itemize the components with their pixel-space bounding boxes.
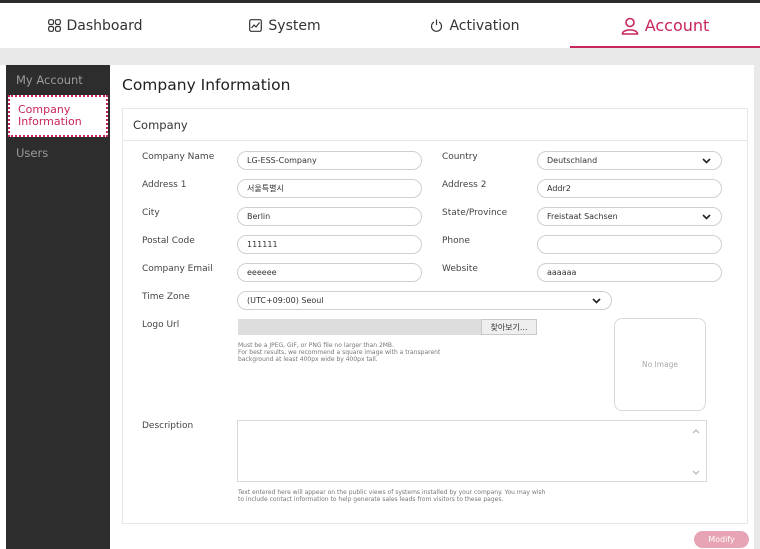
address2-label: Address 2	[442, 180, 487, 190]
chart-icon	[249, 19, 263, 32]
logo-help-line3: background at least 400px wide by 400px …	[238, 356, 378, 363]
page-title: Company Information	[122, 76, 291, 94]
company-email-input[interactable]: eeeeee	[237, 263, 422, 282]
modify-button[interactable]: Modify	[694, 531, 749, 548]
description-help-line1: Text entered here will appear on the pub…	[238, 489, 546, 496]
tab-system[interactable]: System	[190, 3, 380, 48]
browse-button[interactable]: 찾아보기...	[481, 319, 537, 335]
state-select-value: Freistaat Sachsen	[547, 212, 618, 221]
chevron-up-icon[interactable]	[692, 429, 700, 434]
phone-input[interactable]	[537, 235, 722, 254]
address1-input[interactable]: 서울특별시	[237, 179, 422, 198]
address1-label: Address 1	[142, 180, 187, 190]
logo-url-label: Logo Url	[142, 320, 180, 330]
time-zone-value: (UTC+09:00) Seoul	[247, 296, 324, 305]
state-label: State/Province	[442, 208, 508, 218]
city-input[interactable]: Berlin	[237, 207, 422, 226]
chevron-down-icon	[702, 157, 711, 164]
description-help-line2: to include contact information to help g…	[238, 496, 504, 503]
tab-account-label: Account	[644, 16, 710, 35]
tab-account[interactable]: Account	[570, 3, 760, 48]
state-select[interactable]: Freistaat Sachsen	[537, 207, 722, 226]
sidebar-item-users[interactable]: Users	[6, 137, 110, 169]
tab-dashboard-label: Dashboard	[66, 17, 143, 34]
time-zone-label: Time Zone	[142, 292, 190, 302]
phone-label: Phone	[442, 236, 470, 246]
sidebar-item-company-information[interactable]: Company Information	[8, 95, 108, 137]
power-icon	[430, 19, 443, 32]
chevron-down-icon	[702, 213, 711, 220]
logo-help-text: Must be a JPEG, GIF, or PNG file no larg…	[238, 342, 440, 363]
postal-code-label: Postal Code	[142, 236, 195, 246]
address2-input[interactable]: Addr2	[537, 179, 722, 198]
city-label: City	[142, 208, 160, 218]
website-input[interactable]: aaaaaa	[537, 263, 722, 282]
postal-code-input[interactable]: 111111	[237, 235, 422, 254]
logo-preview: No Image	[614, 318, 706, 411]
sidebar-item-label-line2: Information	[18, 115, 82, 128]
logo-help-line1: Must be a JPEG, GIF, or PNG file no larg…	[238, 342, 394, 349]
sidebar-heading-my-account[interactable]: My Account	[6, 65, 110, 95]
company-email-label: Company Email	[142, 264, 213, 274]
description-textarea[interactable]	[237, 420, 707, 482]
page-scrollbar[interactable]	[754, 65, 760, 549]
tab-activation-label: Activation	[449, 17, 520, 34]
description-label: Description	[142, 421, 194, 431]
logo-help-line2: For best results, we recommend a square …	[238, 349, 441, 356]
nav-divider	[0, 48, 760, 65]
tab-system-label: System	[268, 17, 321, 34]
chevron-down-icon[interactable]	[692, 470, 700, 475]
chevron-down-icon	[592, 297, 601, 304]
country-select-value: Deutschland	[547, 156, 598, 165]
sidebar: My Account Company Information Users	[6, 65, 110, 549]
grid-icon	[47, 19, 61, 32]
tab-dashboard[interactable]: Dashboard	[0, 3, 190, 48]
top-nav: Dashboard System Activation Account	[0, 0, 760, 48]
country-label: Country	[442, 152, 478, 162]
tab-activation[interactable]: Activation	[380, 3, 570, 48]
country-select[interactable]: Deutschland	[537, 151, 722, 170]
logo-url-input[interactable]	[238, 319, 481, 335]
company-name-label: Company Name	[142, 152, 215, 162]
user-icon	[621, 17, 639, 35]
company-name-input[interactable]: LG-ESS-Company	[237, 151, 422, 170]
time-zone-select[interactable]: (UTC+09:00) Seoul	[237, 291, 612, 310]
description-help-text: Text entered here will appear on the pub…	[238, 489, 545, 503]
website-label: Website	[442, 264, 478, 274]
panel-title: Company	[123, 109, 747, 141]
